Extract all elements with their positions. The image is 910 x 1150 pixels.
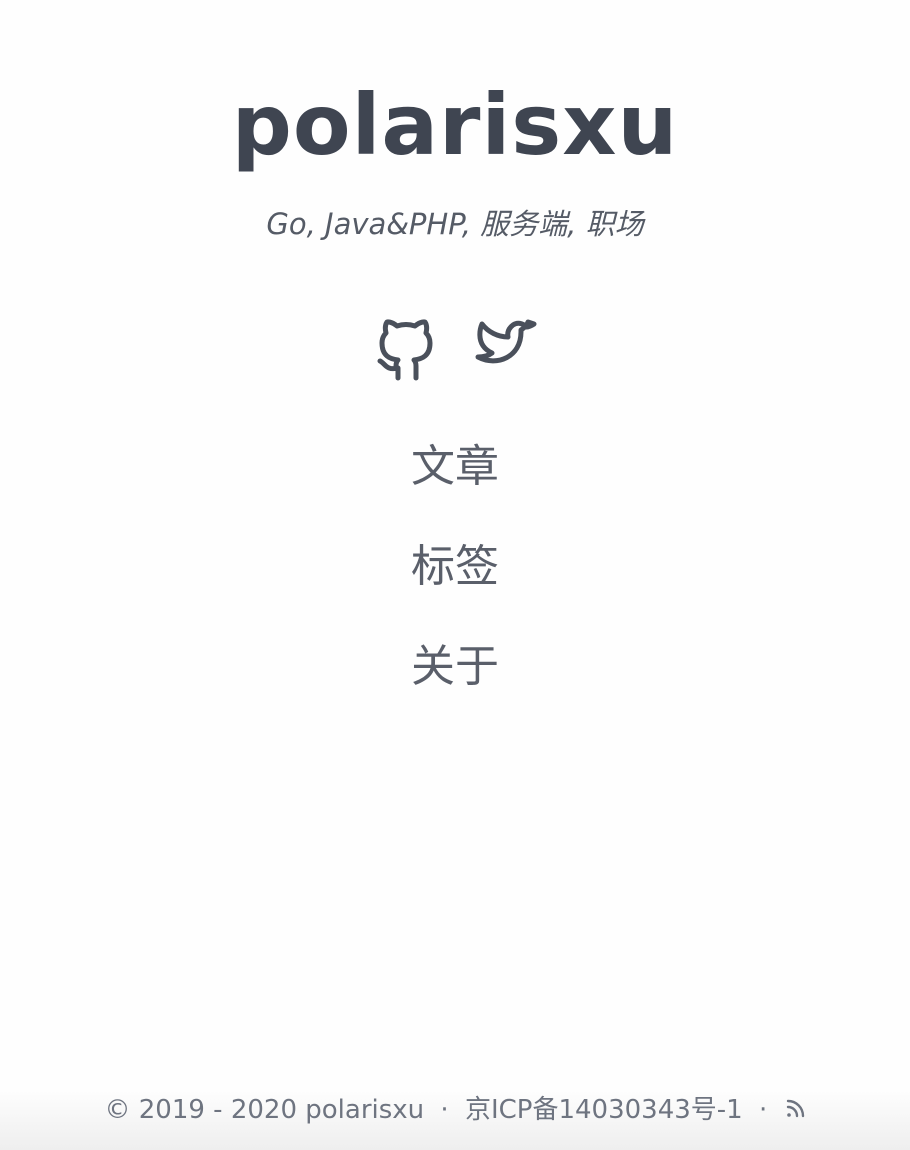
rss-link[interactable] xyxy=(784,1095,806,1125)
rss-icon xyxy=(786,1099,804,1118)
footer-separator: · xyxy=(758,1095,768,1125)
main-nav: 文章 标签 关于 xyxy=(0,430,910,730)
nav-item-articles[interactable]: 文章 xyxy=(0,430,910,530)
social-links xyxy=(0,312,910,382)
page: polarisxu Go, Java&PHP, 服务端, 职场 文章 标签 关于… xyxy=(0,0,910,1150)
nav-item-about[interactable]: 关于 xyxy=(0,630,910,730)
twitter-icon xyxy=(475,319,537,364)
nav-item-tags[interactable]: 标签 xyxy=(0,530,910,630)
site-title[interactable]: polarisxu xyxy=(0,70,910,180)
footer: © 2019 - 2020 polarisxu · 京ICP备14030343号… xyxy=(0,1088,910,1132)
footer-separator: · xyxy=(440,1095,449,1125)
github-link[interactable] xyxy=(372,312,442,382)
site-subtitle: Go, Java&PHP, 服务端, 职场 xyxy=(266,207,644,241)
copyright-text: © 2019 - 2020 polarisxu xyxy=(104,1095,425,1125)
github-icon xyxy=(377,319,433,381)
icp-link[interactable]: 京ICP备14030343号-1 xyxy=(465,1095,743,1125)
twitter-link[interactable] xyxy=(468,312,538,382)
